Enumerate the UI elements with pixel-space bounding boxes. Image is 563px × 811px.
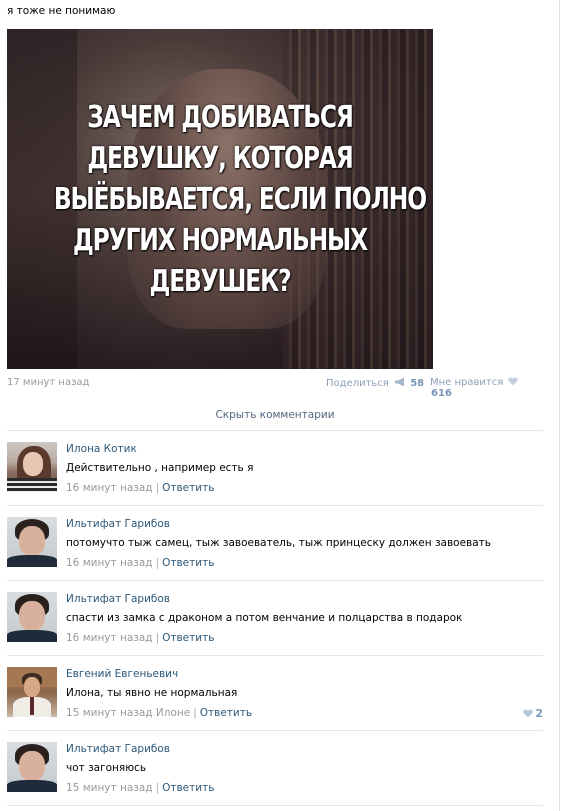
like-label: Мне нравится — [430, 377, 504, 388]
comment-meta: 16 минут назад | Ответить — [66, 632, 214, 644]
comment-text: Действительно , например есть я — [66, 462, 254, 474]
comment-author[interactable]: Илона Котик — [66, 443, 137, 455]
comment-meta: 16 минут назад | Ответить — [66, 557, 214, 569]
meta-separator: | — [193, 707, 197, 719]
comment-like-button[interactable]: 2 — [521, 707, 543, 720]
comment-time[interactable]: 16 минут назад — [66, 632, 153, 644]
comment: Ильтифат Гарибов спасти из замка с драко… — [7, 581, 543, 656]
reply-link[interactable]: Ответить — [200, 707, 252, 719]
meme-line: ВЫЁБЫВАЕТСЯ, ЕСЛИ ПОЛНО — [53, 182, 427, 217]
like-button[interactable]: Мне нравится 616 — [430, 377, 539, 399]
reply-link[interactable]: Ответить — [162, 782, 214, 794]
comment-author[interactable]: Евгений Евгеньевич — [66, 668, 178, 680]
comment-time[interactable]: 15 минут назад — [66, 707, 153, 719]
comment: Ильтифат Гарибов чот загоняюсь 15 минут … — [7, 731, 543, 806]
comment-meta: 15 минут назад Илоне | Ответить — [66, 707, 252, 719]
guy-avatar[interactable] — [7, 742, 57, 792]
meme-line: ДРУГИХ НОРМАЛЬНЫХ — [72, 223, 368, 258]
comment-time[interactable]: 16 минут назад — [66, 557, 153, 569]
meta-separator: | — [155, 482, 160, 494]
page-border — [559, 0, 560, 811]
comment: Ильтифат Гарибов потомучто тыж самец, ты… — [7, 506, 543, 581]
comment: Илона Котик Действительно , например ест… — [7, 431, 543, 506]
meme-line: ДЕВУШКУ, КОТОРАЯ — [87, 141, 353, 176]
post-image[interactable]: ЗАЧЕМ ДОБИВАТЬСЯ ДЕВУШКУ, КОТОРАЯ ВЫЁБЫВ… — [7, 29, 433, 369]
meta-separator: | — [155, 557, 160, 569]
post-meta: 17 минут назад Поделиться 58 Мне нравитс… — [7, 377, 539, 399]
comment-like-count: 2 — [535, 707, 543, 720]
heart-icon — [508, 377, 519, 386]
guy-avatar[interactable] — [7, 517, 57, 567]
comment-meta: 16 минут назад | Ответить — [66, 482, 214, 494]
meta-separator: | — [155, 632, 160, 644]
comment-text: потомучто тыж самец, тыж завоеватель, ты… — [66, 537, 491, 549]
like-count: 616 — [431, 388, 452, 399]
reply-link[interactable]: Ответить — [162, 557, 214, 569]
share-label: Поделиться — [326, 378, 389, 389]
megaphone-icon — [395, 377, 405, 387]
girl-avatar[interactable] — [7, 442, 57, 492]
post-text: я тоже не понимаю — [7, 5, 116, 17]
divider — [7, 805, 543, 806]
heart-icon — [523, 709, 534, 718]
meme-line: ЗАЧЕМ ДОБИВАТЬСЯ — [87, 100, 354, 135]
comment-author[interactable]: Ильтифат Гарибов — [66, 593, 170, 605]
reply-link[interactable]: Ответить — [162, 482, 214, 494]
meta-separator: | — [155, 782, 160, 794]
share-button[interactable]: Поделиться 58 — [326, 377, 424, 389]
share-count: 58 — [410, 378, 425, 389]
comment: Евгений Евгеньевич Илона, ты явно не нор… — [7, 656, 543, 731]
comment-time[interactable]: 15 минут назад — [66, 782, 153, 794]
reply-to-name[interactable]: Илоне — [156, 707, 190, 719]
meme-line: ДЕВУШЕК? — [149, 264, 292, 299]
comment-text: Илона, ты явно не нормальная — [66, 687, 238, 699]
reply-link[interactable]: Ответить — [162, 632, 214, 644]
comment-author[interactable]: Ильтифат Гарибов — [66, 743, 170, 755]
comment-meta: 15 минут назад | Ответить — [66, 782, 214, 794]
guy-avatar[interactable] — [7, 592, 57, 642]
post-time[interactable]: 17 минут назад — [7, 377, 89, 388]
comment-time[interactable]: 16 минут назад — [66, 482, 153, 494]
man-avatar[interactable] — [7, 667, 57, 717]
comment-text: спасти из замка с драконом а потом венча… — [66, 612, 463, 624]
hide-comments-link[interactable]: Скрыть комментарии — [7, 409, 543, 421]
comment-author[interactable]: Ильтифат Гарибов — [66, 518, 170, 530]
comment-text: чот загоняюсь — [66, 762, 147, 774]
meme-caption: ЗАЧЕМ ДОБИВАТЬСЯ ДЕВУШКУ, КОТОРАЯ ВЫЁБЫВ… — [53, 97, 427, 302]
